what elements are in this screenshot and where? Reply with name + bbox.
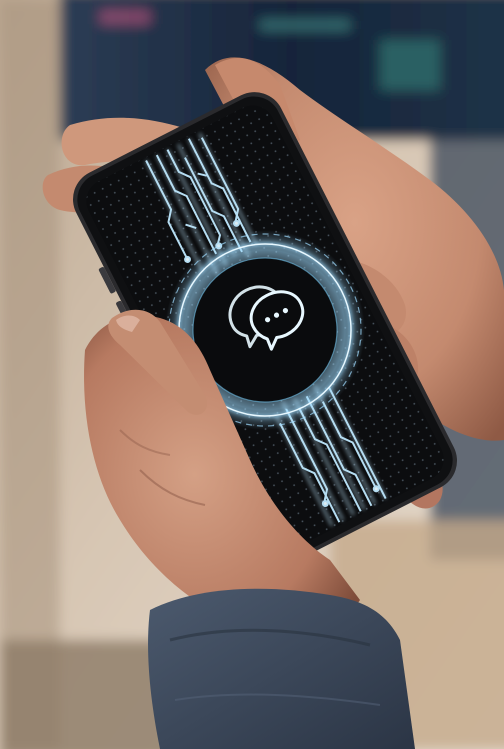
- photo-scene: [0, 0, 504, 749]
- shirt-sleeve: [148, 588, 415, 749]
- scene-illustration: [0, 0, 504, 749]
